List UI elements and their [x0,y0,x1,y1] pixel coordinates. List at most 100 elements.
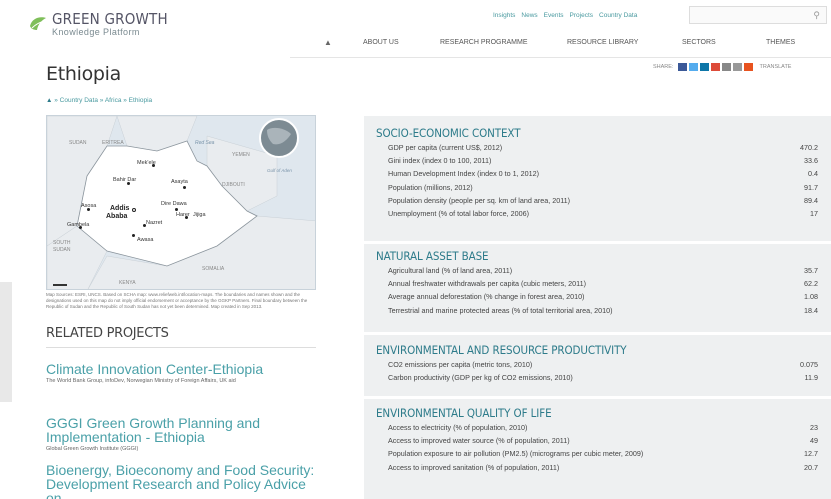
indicator-label: Human Development Index (index 0 to 1, 2… [388,169,540,179]
map-label: Gulf of Aden [267,168,292,173]
search-icon[interactable]: ⚲ [813,10,820,21]
related-projects-title: RELATED PROJECTS [46,326,169,341]
indicator-row: Annual freshwater withdrawals per capita… [376,277,818,290]
nav-sectors[interactable]: SECTORS [682,39,716,46]
indicator-value: 11.9 [804,373,818,383]
indicator-label: Terrestrial and marine protected areas (… [388,305,613,315]
print-icon[interactable] [733,63,743,71]
indicator-value: 470.2 [800,143,818,152]
project-item: GGGI Green Growth Planning and Implement… [46,416,321,453]
city-marker [175,208,178,211]
section-divider [364,332,831,335]
map-label: Nazret [146,220,163,226]
nav-library[interactable]: RESOURCE LIBRARY [567,39,638,46]
breadcrumb-path[interactable]: » Country Data » Africa » Ethiopia [54,97,152,104]
map-label: DJIBOUTI [222,182,245,188]
twitter-icon[interactable] [689,63,699,71]
email-icon[interactable] [722,63,732,71]
indicator-row: Agricultural land (% of land area, 2011)… [376,264,818,277]
city-marker [79,226,82,229]
page-edge-strip [0,282,12,402]
toplink-events[interactable]: Events [544,12,564,19]
indicator-value: 35.7 [804,266,818,275]
breadcrumb: ▲ » Country Data » Africa » Ethiopia [46,97,152,104]
map-label: Ababa [106,213,128,220]
section-quality-of-life: ENVIRONMENTAL QUALITY OF LIFE Access to … [376,406,818,474]
city-marker [185,216,188,219]
map-label: Addis [110,205,130,212]
indicator-row: Average annual deforestation (% change i… [376,290,818,303]
indicator-row: Population (millions, 2012) 91.7 [376,181,818,194]
top-links: Insights News Events Projects Country Da… [493,12,637,19]
map-sources-note: Map Sources: ESRI, UNCS. Based on SCHA m… [46,292,308,309]
toplink-country-data[interactable]: Country Data [599,12,637,19]
map-label: SUDAN [69,140,87,146]
indicator-value: 0.075 [800,360,818,369]
indicator-row: Unemployment (% of total labor force, 20… [376,207,818,220]
project-link[interactable]: Climate Innovation Center-Ethiopia [46,362,321,376]
site-logo[interactable]: GREEN GROWTH Knowledge Platform [28,12,168,37]
indicator-label: Gini index (index 0 to 100, 2011) [388,156,492,166]
share-bar: SHARE: TRANSLATE [653,63,791,71]
facebook-icon[interactable] [678,63,688,71]
page-title: Ethiopia [46,63,121,85]
toplink-insights[interactable]: Insights [493,12,515,19]
section-title: SOCIO-ECONOMIC CONTEXT [376,126,521,140]
indicator-row: Human Development Index (index 0 to 1, 2… [376,167,818,180]
indicator-value: 0.4 [808,169,818,179]
map-label: KENYA [119,280,136,286]
indicator-label: Population (millions, 2012) [388,182,473,192]
project-link[interactable]: Bioenergy, Bioeconomy and Food Security:… [46,463,321,499]
share-label: SHARE: [653,64,674,70]
header-divider [290,57,831,58]
project-item: Climate Innovation Center-Ethiopia The W… [46,362,321,385]
indicator-value: 49 [810,436,818,446]
indicator-label: CO2 emissions per capita (metric tons, 2… [388,360,533,369]
project-item: Bioenergy, Bioeconomy and Food Security:… [46,463,321,499]
indicator-value: 23 [810,423,818,432]
indicator-label: Access to improved water source (% of po… [388,436,570,446]
section-resource-productivity: ENVIRONMENTAL AND RESOURCE PRODUCTIVITY … [376,343,818,384]
home-icon[interactable]: ▲ [46,97,52,104]
indicator-row: Population density (people per sq. km of… [376,194,818,207]
section-divider [364,396,831,399]
indicator-row: Gini index (index 0 to 100, 2011) 33.6 [376,154,818,167]
translate-link[interactable]: TRANSLATE [759,64,791,70]
home-icon[interactable]: ▲ [324,38,332,47]
indicator-row: CO2 emissions per capita (metric tons, 2… [376,358,818,371]
indicator-label: Access to improved sanitation (% of popu… [388,462,560,472]
section-title: NATURAL ASSET BASE [376,249,489,263]
indicator-label: Annual freshwater withdrawals per capita… [388,279,587,289]
googleplus-icon[interactable] [711,63,721,71]
indicator-value: 33.6 [804,156,818,166]
indicator-label: Unemployment (% of total labor force, 20… [388,208,530,218]
map-label: SOMALIA [202,266,225,272]
nav-research[interactable]: RESEARCH PROGRAMME [440,39,528,46]
city-marker [143,224,146,227]
project-org: Global Green Growth Institute (GGGI) [46,446,139,452]
city-marker [87,208,90,211]
city-marker [183,186,186,189]
indicator-label: Population exposure to air pollution (PM… [388,449,644,459]
toplink-projects[interactable]: Projects [570,12,593,19]
indicator-row: GDP per capita (current US$, 2012) 470.2 [376,141,818,154]
map-label: Red Sea [195,140,215,146]
city-marker [152,164,155,167]
nav-themes[interactable]: THEMES [766,39,795,46]
nav-about[interactable]: ABOUT US [363,39,399,46]
search-input[interactable]: ⚲ [689,6,827,24]
project-org: The World Bank Group, infoDev, Norwegian… [46,378,236,384]
linkedin-icon[interactable] [700,63,710,71]
logo-title: GREEN GROWTH [52,10,168,28]
more-share-icon[interactable] [744,63,754,71]
toplink-news[interactable]: News [521,12,537,19]
city-marker [127,182,130,185]
map-label: SOUTH [53,240,71,246]
section-socio-economic: SOCIO-ECONOMIC CONTEXT GDP per capita (c… [376,126,818,220]
indicator-value: 17 [810,208,818,218]
indicator-value: 12.7 [804,449,818,459]
city-marker [132,234,135,237]
section-divider [364,241,831,244]
indicator-label: GDP per capita (current US$, 2012) [388,143,503,152]
project-link[interactable]: GGGI Green Growth Planning and Implement… [46,416,321,444]
